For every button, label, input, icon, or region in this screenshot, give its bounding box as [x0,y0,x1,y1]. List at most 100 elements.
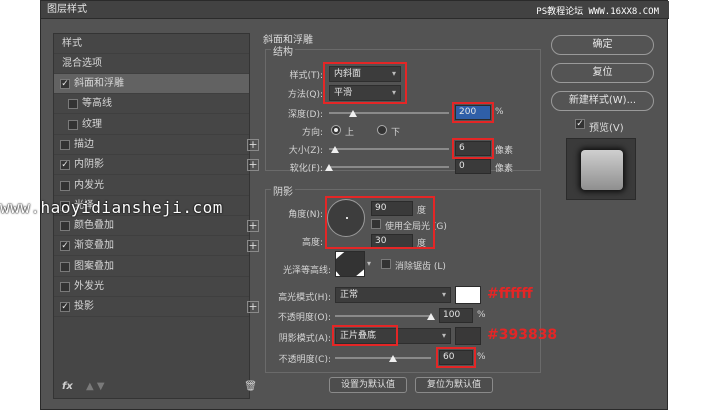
style-item-label: 渐变叠加 [74,240,114,252]
style-item-label: 内阴影 [74,159,104,171]
gloss-contour-label: 光泽等高线: [282,266,331,276]
add-icon[interactable]: + [247,240,259,253]
add-icon[interactable]: + [247,220,259,233]
annotation-box-size [452,138,494,159]
style-item[interactable]: 等高线 [54,94,249,115]
style-item-checkbox[interactable] [60,139,70,150]
soften-slider-track[interactable] [329,166,449,168]
add-icon[interactable]: + [247,138,259,151]
style-item-checkbox[interactable] [68,119,78,130]
shading-title: 阴影 [271,183,295,198]
styles-header: 样式 [54,34,249,54]
style-item-label: 颜色叠加 [74,220,114,232]
style-item-checkbox[interactable]: ✓ [60,79,70,89]
shadow-opacity-unit: % [477,352,486,362]
highlight-opacity-unit: % [477,310,486,320]
highlight-opacity-thumb[interactable] [427,313,435,320]
chevron-down-icon[interactable]: ▾ [367,259,371,268]
depth-slider-track[interactable] [329,112,449,114]
antialias-checkbox[interactable] [381,259,391,269]
soften-slider-thumb[interactable] [325,164,333,171]
style-item-checkbox[interactable]: ✓ [60,160,70,171]
style-item[interactable]: ✓ 渐变叠加 + [54,236,259,257]
style-item-checkbox[interactable] [60,221,70,232]
annotation-box-shadow-mode [332,325,398,346]
highlight-mode-dropdown[interactable]: 正常 ▾ [335,287,451,303]
altitude-label: 高度: [301,238,323,248]
shadow-color-swatch[interactable] [455,327,481,345]
preview-label: 预览(V) [589,123,624,134]
size-slider-thumb[interactable] [331,146,339,153]
structure-title: 结构 [271,43,295,58]
shadow-opacity-thumb[interactable] [388,355,397,362]
size-slider-track[interactable] [329,148,449,150]
angle-label: 角度(N): [288,210,323,220]
title-bar: 图层样式 PS教程论坛 WWW.16XX8.COM [41,1,669,19]
style-item-label: 斜面和浮雕 [74,78,124,89]
annotation-box-style [323,62,407,104]
style-item[interactable]: ✓ 斜面和浮雕 [54,74,249,94]
depth-unit: % [495,107,504,117]
style-item-label: 外发光 [74,281,104,292]
set-default-button[interactable]: 设置为默认值 [329,377,407,393]
fx-button[interactable]: fx [62,381,73,392]
style-item[interactable]: 描边 + [54,135,259,155]
shadow-color-annotation: #393838 [487,327,558,343]
highlight-opacity-label: 不透明度(O): [277,313,331,323]
shadow-mode-label: 阴影模式(A): [278,334,331,344]
preview-checkbox[interactable]: ✓ [575,119,585,129]
style-item-checkbox[interactable] [68,99,78,110]
depth-label: 深度(D): [288,110,323,120]
highlight-color-annotation: #ffffff [487,286,533,302]
style-item-label: 描边 [74,138,94,150]
direction-label: 方向: [301,128,323,138]
style-item[interactable]: 外发光 [54,277,249,297]
soften-unit: 像素 [495,164,514,174]
style-item-label: 投影 [74,301,94,313]
shadow-opacity-track[interactable] [335,357,431,359]
gloss-contour-preview[interactable] [335,251,365,277]
soften-input[interactable]: 0 [455,159,491,174]
size-unit: 像素 [495,146,514,156]
ok-button[interactable]: 确定 [551,35,654,55]
style-item[interactable]: ✓ 投影 + [54,297,259,318]
highlight-opacity-track[interactable] [335,315,431,317]
style-item[interactable]: 纹理 [54,115,249,135]
style-item[interactable]: ✓ 内阴影 + [54,155,259,176]
depth-slider-thumb[interactable] [349,110,357,117]
annotation-box-depth [452,102,494,123]
style-item-checkbox[interactable] [60,282,70,292]
reset-button[interactable]: 复位 [551,63,654,83]
blend-options-item[interactable]: 混合选项 [54,54,249,74]
annotation-box-angle [325,196,435,249]
style-item-label: 等高线 [82,98,112,110]
highlight-opacity-input[interactable]: 100 [439,308,473,323]
antialias-label: 消除锯齿 (L) [395,262,446,272]
highlight-color-swatch[interactable] [455,286,481,304]
highlight-mode-label: 高光模式(H): [278,293,331,303]
style-item[interactable]: 颜色叠加 + [54,216,259,237]
style-item-checkbox[interactable] [60,261,70,272]
new-style-button[interactable]: 新建样式(W)... [551,91,654,111]
direction-up-radio[interactable] [331,125,341,135]
direction-down-radio[interactable] [377,125,387,135]
window-title: 图层样式 [47,4,87,15]
style-item-checkbox[interactable]: ✓ [60,302,70,313]
chevron-down-icon: ▾ [441,290,446,299]
trash-icon[interactable]: 🗑 [244,381,257,392]
preview-thumbnail [581,150,623,190]
style-preview [566,138,636,200]
technique-label: 方法(Q): [287,90,323,100]
style-item[interactable]: 内发光 [54,176,249,196]
shadow-opacity-label: 不透明度(C): [278,355,331,365]
style-item-checkbox[interactable] [60,180,70,191]
style-item[interactable]: 图案叠加 [54,257,249,277]
add-icon[interactable]: + [247,301,259,314]
direction-up-label: 上 [345,128,355,138]
add-icon[interactable]: + [247,159,259,172]
style-item-checkbox[interactable]: ✓ [60,241,70,252]
size-label: 大小(Z): [288,146,323,156]
move-arrows[interactable]: ▲ ▼ [86,381,105,392]
reset-default-button[interactable]: 复位为默认值 [415,377,493,393]
site-watermark: www.haoyidiansheji.com [0,198,223,217]
